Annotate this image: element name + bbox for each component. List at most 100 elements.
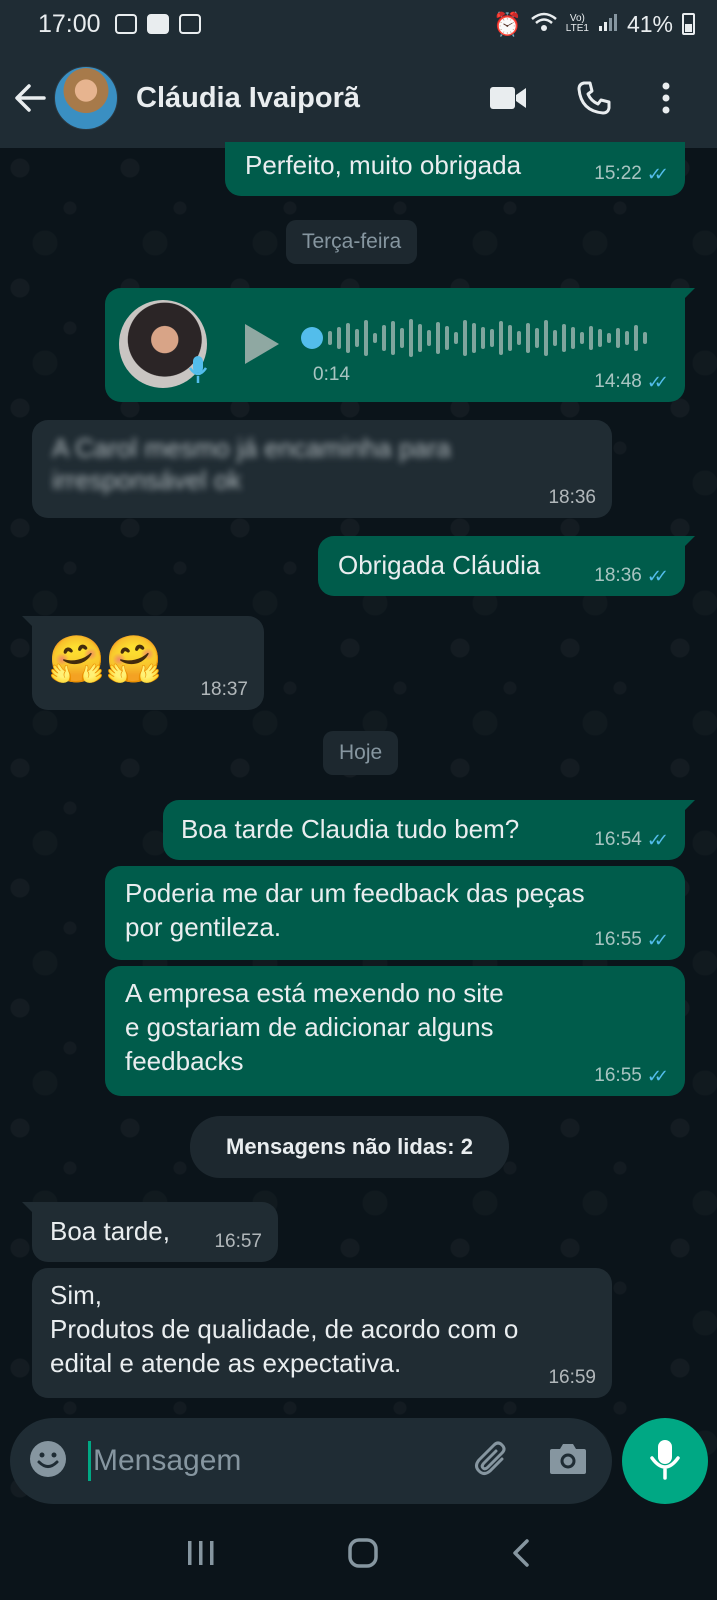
waveform-bar bbox=[580, 332, 584, 344]
message-text: Boa tarde, bbox=[50, 1216, 170, 1246]
message-incoming[interactable]: Sim, Produtos de qualidade, de acordo co… bbox=[32, 1268, 612, 1398]
waveform-bar bbox=[328, 331, 332, 345]
waveform-bar bbox=[553, 330, 557, 346]
voice-waveform[interactable] bbox=[301, 316, 651, 360]
waveform-bar bbox=[562, 324, 566, 352]
waveform-bar bbox=[490, 329, 494, 347]
youtube-icon bbox=[146, 14, 169, 34]
waveform-bar bbox=[616, 328, 620, 348]
message-time: 18:36 bbox=[594, 565, 642, 586]
message-outgoing[interactable]: Obrigada Cláudia 18:36 ✓✓ bbox=[318, 536, 695, 596]
waveform-bar bbox=[454, 332, 458, 344]
message-outgoing[interactable]: Poderia me dar um feedback das peças por… bbox=[105, 866, 685, 960]
message-line: edital e atende as expectativa. bbox=[50, 1348, 402, 1378]
emoji-text: 🤗🤗 bbox=[48, 633, 163, 685]
waveform-bar bbox=[391, 321, 395, 355]
message-time: 15:22 bbox=[594, 163, 642, 184]
message-time: 16:55 bbox=[594, 929, 642, 950]
mic-icon bbox=[650, 1438, 680, 1485]
battery-percent: 41% bbox=[626, 10, 673, 37]
home-icon[interactable] bbox=[347, 1537, 379, 1574]
volte-icon: Vo) LTE1 bbox=[566, 14, 589, 34]
message-time: 16:55 bbox=[594, 1065, 642, 1086]
message-meta: 18:36 ✓✓ bbox=[594, 565, 669, 587]
waveform-bar bbox=[355, 329, 359, 347]
contact-avatar[interactable] bbox=[54, 66, 118, 130]
read-ticks-icon: ✓✓ bbox=[646, 830, 669, 850]
voice-message[interactable]: 0:14 14:48 ✓✓ bbox=[105, 288, 695, 402]
waveform-bar bbox=[544, 320, 548, 356]
waveform-bar bbox=[526, 323, 530, 353]
gallery-icon bbox=[114, 14, 137, 34]
message-time: 18:37 bbox=[200, 679, 248, 700]
mic-small-icon bbox=[188, 354, 208, 392]
message-line: e gostariam de adicionar alguns bbox=[125, 1012, 494, 1042]
alarm-icon: ⏰ bbox=[493, 10, 522, 37]
message-text: Poderia me dar um feedback das peças por… bbox=[125, 876, 585, 944]
read-ticks-icon: ✓✓ bbox=[646, 164, 669, 184]
message-text: Perfeito, muito obrigada bbox=[245, 150, 522, 180]
play-icon[interactable] bbox=[245, 324, 279, 364]
voice-duration: 0:14 bbox=[313, 364, 350, 385]
message-outgoing[interactable]: A empresa está mexendo no site e gostari… bbox=[105, 966, 685, 1096]
waveform-bar bbox=[418, 324, 422, 352]
waveform-bar bbox=[589, 326, 593, 350]
waveform-bar bbox=[436, 322, 440, 354]
message-time: 16:59 bbox=[548, 1367, 596, 1388]
status-time: 17:00 bbox=[38, 9, 101, 38]
message-meta: 18:37 bbox=[200, 680, 248, 700]
emoji-icon[interactable] bbox=[28, 1439, 68, 1484]
message-meta: 16:57 bbox=[214, 1232, 262, 1252]
message-input[interactable]: Mensagem bbox=[88, 1441, 241, 1481]
message-time: 18:36 bbox=[548, 487, 596, 508]
unread-label: Mensagens não lidas: 2 bbox=[226, 1134, 473, 1159]
message-time: 16:54 bbox=[594, 829, 642, 850]
phone-icon[interactable] bbox=[577, 81, 611, 115]
waveform-bar bbox=[463, 320, 467, 356]
signal-icon bbox=[598, 11, 618, 38]
playback-position[interactable] bbox=[301, 327, 323, 349]
more-vert-icon[interactable] bbox=[661, 81, 671, 115]
message-outgoing[interactable]: Boa tarde Claudia tudo bem? 16:54 ✓✓ bbox=[163, 800, 695, 860]
battery-icon bbox=[682, 13, 695, 35]
read-ticks-icon: ✓✓ bbox=[646, 566, 669, 586]
waveform-bar bbox=[373, 333, 377, 343]
waveform-bar bbox=[472, 323, 476, 353]
message-meta: 16:55 ✓✓ bbox=[594, 1065, 669, 1087]
message-incoming[interactable]: A Carol mesmo já encaminha para irrespon… bbox=[32, 420, 612, 518]
recents-icon[interactable] bbox=[186, 1539, 216, 1572]
wifi-icon bbox=[530, 11, 557, 38]
unread-messages-banner: Mensagens não lidas: 2 bbox=[190, 1116, 509, 1178]
waveform-bar bbox=[571, 327, 575, 349]
voice-record-button[interactable] bbox=[622, 1418, 708, 1504]
message-text: Obrigada Cláudia bbox=[338, 550, 541, 580]
message-meta: 16:54 ✓✓ bbox=[594, 829, 669, 851]
message-meta: 14:48 ✓✓ bbox=[594, 371, 669, 393]
contact-name[interactable]: Cláudia Ivaiporã bbox=[136, 82, 360, 115]
nav-back-icon[interactable] bbox=[511, 1538, 531, 1573]
attach-icon[interactable] bbox=[472, 1439, 512, 1484]
message-outgoing[interactable]: Perfeito, muito obrigada 15:22 ✓✓ bbox=[225, 142, 685, 196]
message-incoming[interactable]: 🤗🤗 18:37 bbox=[22, 616, 264, 710]
waveform-bar bbox=[400, 328, 404, 348]
camera-icon[interactable] bbox=[548, 1441, 588, 1482]
date-separator: Hoje bbox=[323, 731, 399, 775]
waveform-bar bbox=[409, 319, 413, 357]
message-time: 14:48 bbox=[594, 371, 642, 392]
read-ticks-icon: ✓✓ bbox=[646, 1066, 669, 1086]
message-text-blurred: A Carol mesmo já encaminha para irrespon… bbox=[52, 432, 451, 496]
waveform-bar bbox=[535, 328, 539, 348]
waveform-bar bbox=[634, 325, 638, 351]
message-time: 16:57 bbox=[214, 1231, 262, 1252]
message-text: Boa tarde Claudia tudo bem? bbox=[181, 814, 520, 844]
message-incoming[interactable]: Boa tarde, 16:57 bbox=[22, 1202, 278, 1262]
date-label: Terça-feira bbox=[302, 230, 402, 253]
message-composer[interactable]: Mensagem bbox=[10, 1418, 612, 1504]
date-separator: Terça-feira bbox=[286, 220, 418, 264]
waveform-bar bbox=[337, 327, 341, 349]
video-call-icon[interactable] bbox=[489, 85, 527, 111]
back-arrow-icon[interactable] bbox=[14, 83, 46, 113]
chat-header: Cláudia Ivaiporã bbox=[0, 48, 717, 148]
waveform-bar bbox=[499, 321, 503, 355]
waveform-bar bbox=[508, 325, 512, 351]
